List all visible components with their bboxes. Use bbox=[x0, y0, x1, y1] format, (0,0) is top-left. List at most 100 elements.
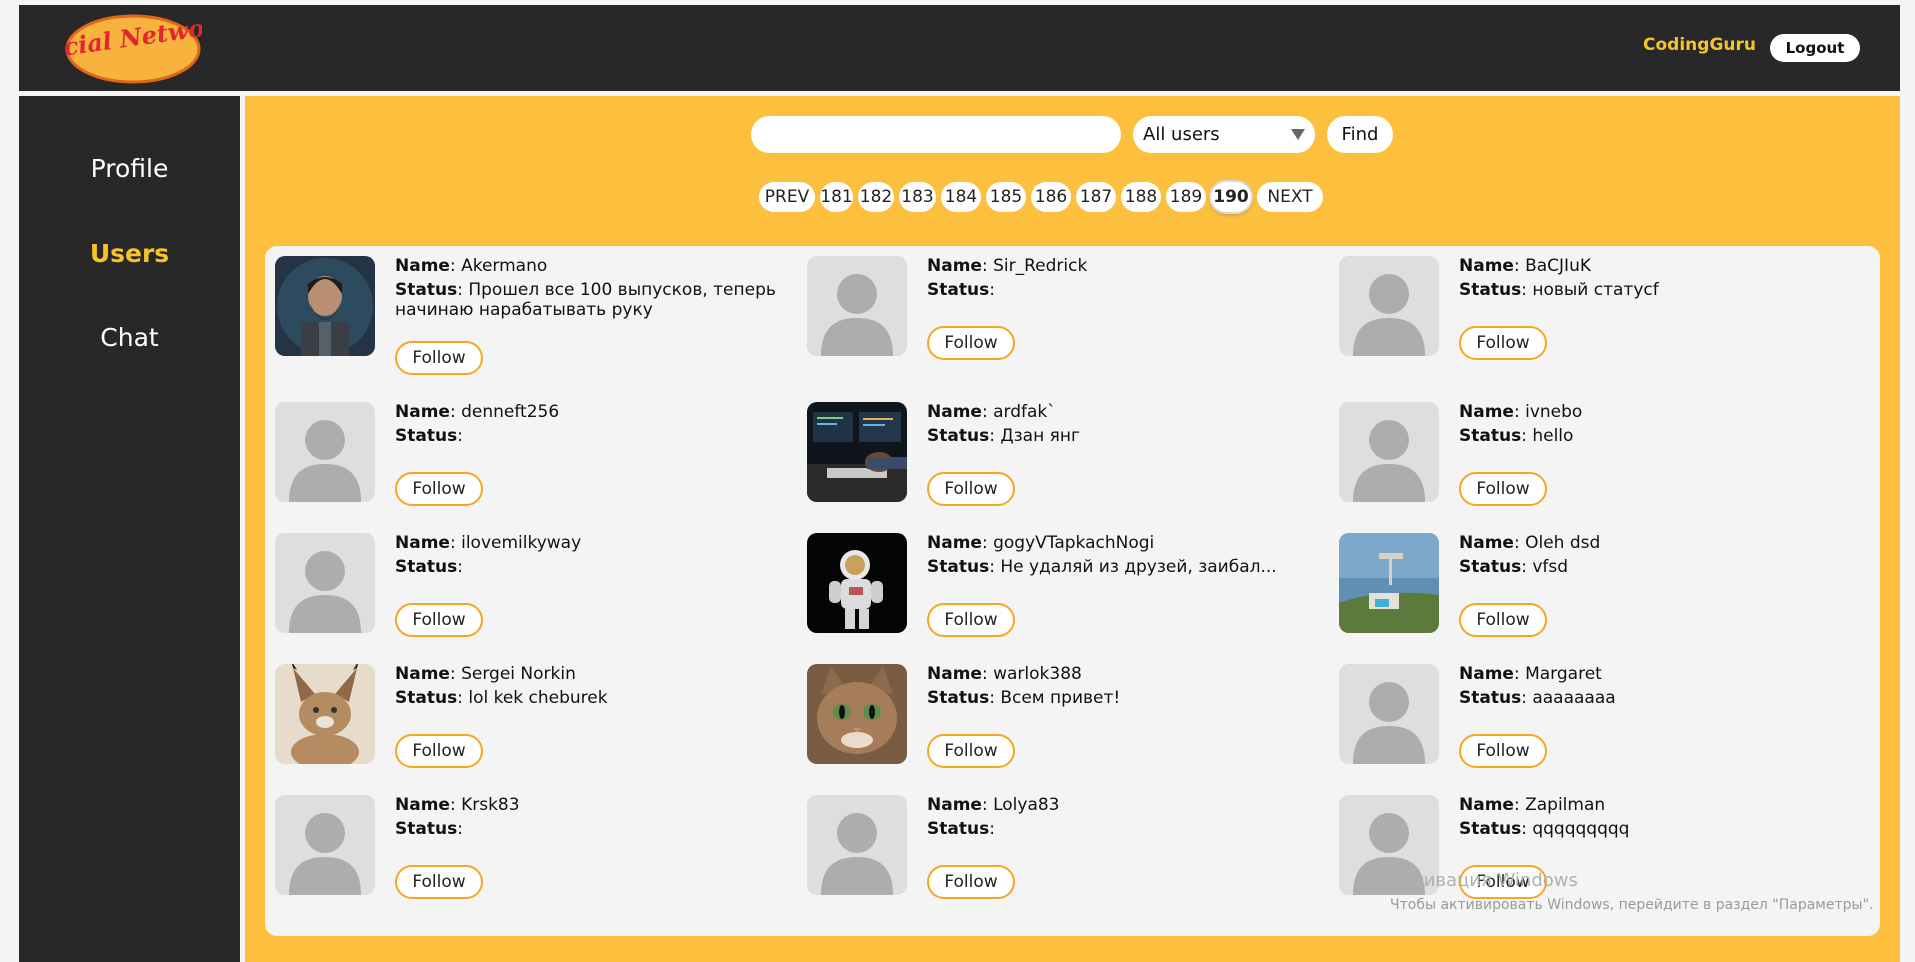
page-button[interactable]: 182 bbox=[858, 182, 894, 212]
users-filter-select[interactable]: All users bbox=[1133, 116, 1315, 153]
user-name: Akermano bbox=[461, 256, 548, 276]
follow-button[interactable]: Follow bbox=[927, 603, 1015, 637]
windows-activation-watermark: Активация Windows Чтобы активировать Win… bbox=[1390, 870, 1873, 913]
find-button[interactable]: Find bbox=[1327, 116, 1393, 153]
follow-button[interactable]: Follow bbox=[395, 865, 483, 899]
name-label: Name bbox=[927, 664, 982, 684]
follow-button[interactable]: Follow bbox=[927, 734, 1015, 768]
sidebar-item-profile[interactable]: Profile bbox=[19, 154, 240, 183]
filter-selected-value: All users bbox=[1143, 124, 1220, 145]
prev-page-button[interactable]: PREV bbox=[759, 182, 815, 212]
page-button[interactable]: 187 bbox=[1076, 182, 1116, 212]
user-name-line: Name: Oleh dsd bbox=[1459, 533, 1601, 553]
follow-button[interactable]: Follow bbox=[1459, 326, 1547, 360]
user-name-line: Name: BaCJIuK bbox=[1459, 256, 1591, 276]
user-name: denneft256 bbox=[461, 402, 560, 422]
user-card: Name: Lolya83 Status: Follow bbox=[807, 795, 1327, 905]
user-status-line: Status: bbox=[395, 819, 463, 839]
page-button[interactable]: 185 bbox=[986, 182, 1026, 212]
user-status-line: Status: qqqqqqqqq bbox=[1459, 819, 1630, 839]
page-button[interactable]: 181 bbox=[820, 182, 853, 212]
user-status: Всем привет! bbox=[1000, 688, 1121, 708]
follow-button[interactable]: Follow bbox=[395, 603, 483, 637]
user-card: Name: ilovemilkyway Status: Follow bbox=[275, 533, 795, 643]
default-avatar-icon[interactable] bbox=[807, 795, 907, 895]
user-status-line: Status: Прошел все 100 выпусков, теперь … bbox=[395, 280, 776, 320]
user-name-line: Name: Sir_Redrick bbox=[927, 256, 1088, 276]
user-name-line: Name: Margaret bbox=[1459, 664, 1602, 684]
user-card: Name: BaCJIuK Status: новый статусf Follow bbox=[1339, 256, 1859, 366]
follow-button[interactable]: Follow bbox=[395, 734, 483, 768]
user-status-line: Status: Не удаляй из друзей, заибал... bbox=[927, 557, 1277, 577]
user-status: новый статусf bbox=[1532, 280, 1659, 300]
user-avatar[interactable] bbox=[275, 664, 375, 764]
user-avatar[interactable] bbox=[807, 402, 907, 502]
default-avatar-icon[interactable] bbox=[1339, 402, 1439, 502]
page-button[interactable]: 188 bbox=[1121, 182, 1161, 212]
user-info: Name: Sir_Redrick Status: bbox=[927, 256, 1327, 300]
social-network-logo[interactable]: Social Network bbox=[29, 9, 235, 85]
follow-button[interactable]: Follow bbox=[1459, 734, 1547, 768]
watermark-subtitle: Чтобы активировать Windows, перейдите в … bbox=[1390, 897, 1874, 913]
follow-button[interactable]: Follow bbox=[1459, 603, 1547, 637]
follow-button[interactable]: Follow bbox=[395, 341, 483, 375]
logout-button[interactable]: Logout bbox=[1770, 34, 1860, 62]
sidebar-item-chat[interactable]: Chat bbox=[19, 323, 240, 352]
user-name: Zapilman bbox=[1525, 795, 1606, 815]
user-card: Name: Akermano Status: Прошел все 100 вып… bbox=[275, 256, 795, 375]
follow-button[interactable]: Follow bbox=[927, 472, 1015, 506]
search-input[interactable] bbox=[751, 116, 1121, 153]
user-avatar[interactable] bbox=[807, 533, 907, 633]
user-card: Name: denneft256 Status: Follow bbox=[275, 402, 795, 512]
user-name-line: Name: ardfak` bbox=[927, 402, 1056, 422]
user-status-line: Status: lol kek cheburek bbox=[395, 688, 608, 708]
default-avatar-icon[interactable] bbox=[275, 402, 375, 502]
default-avatar-icon[interactable] bbox=[275, 795, 375, 895]
name-label: Name bbox=[927, 256, 982, 276]
page-button[interactable]: 186 bbox=[1031, 182, 1071, 212]
follow-button[interactable]: Follow bbox=[395, 472, 483, 506]
follow-button[interactable]: Follow bbox=[927, 326, 1015, 360]
status-label: Status bbox=[1459, 819, 1522, 839]
name-label: Name bbox=[1459, 402, 1514, 422]
status-label: Status bbox=[927, 426, 990, 446]
user-name-line: Name: Lolya83 bbox=[927, 795, 1060, 815]
status-label: Status bbox=[927, 557, 990, 577]
current-user-name[interactable]: CodingGuru bbox=[1643, 35, 1756, 55]
default-avatar-icon[interactable] bbox=[1339, 664, 1439, 764]
user-card: Name: ivnebo Status: hello Follow bbox=[1339, 402, 1859, 512]
user-avatar[interactable] bbox=[807, 664, 907, 764]
page-button[interactable]: 183 bbox=[899, 182, 936, 212]
user-card: Name: Krsk83 Status: Follow bbox=[275, 795, 795, 905]
default-avatar-icon[interactable] bbox=[807, 256, 907, 356]
follow-button[interactable]: Follow bbox=[1459, 472, 1547, 506]
watermark-title: Активация Windows bbox=[1390, 870, 1578, 891]
name-label: Name bbox=[1459, 533, 1514, 553]
user-name: ivnebo bbox=[1525, 402, 1583, 422]
follow-button[interactable]: Follow bbox=[927, 865, 1015, 899]
user-name-line: Name: warlok388 bbox=[927, 664, 1082, 684]
page-button-current[interactable]: 190 bbox=[1211, 182, 1251, 212]
name-label: Name bbox=[927, 533, 982, 553]
user-avatar[interactable] bbox=[1339, 533, 1439, 633]
name-label: Name bbox=[395, 664, 450, 684]
user-name-line: Name: ivnebo bbox=[1459, 402, 1583, 422]
user-name: Margaret bbox=[1525, 664, 1602, 684]
page-button[interactable]: 184 bbox=[941, 182, 981, 212]
user-status-line: Status: bbox=[927, 280, 995, 300]
user-info: Name: Akermano Status: Прошел все 100 вып… bbox=[395, 256, 795, 320]
user-avatar[interactable] bbox=[275, 256, 375, 356]
user-name-line: Name: Krsk83 bbox=[395, 795, 520, 815]
user-name: warlok388 bbox=[993, 664, 1082, 684]
default-avatar-icon[interactable] bbox=[1339, 256, 1439, 356]
user-info: Name: Lolya83 Status: bbox=[927, 795, 1327, 839]
next-page-button[interactable]: NEXT bbox=[1257, 182, 1323, 212]
user-name-line: Name: ilovemilkyway bbox=[395, 533, 582, 553]
page-button[interactable]: 189 bbox=[1166, 182, 1206, 212]
sidebar-item-users[interactable]: Users bbox=[19, 239, 240, 268]
user-name: Oleh dsd bbox=[1525, 533, 1601, 553]
default-avatar-icon[interactable] bbox=[275, 533, 375, 633]
user-info: Name: Zapilman Status: qqqqqqqqq bbox=[1459, 795, 1859, 839]
user-info: Name: ivnebo Status: hello bbox=[1459, 402, 1859, 446]
user-name: ardfak` bbox=[993, 402, 1056, 422]
